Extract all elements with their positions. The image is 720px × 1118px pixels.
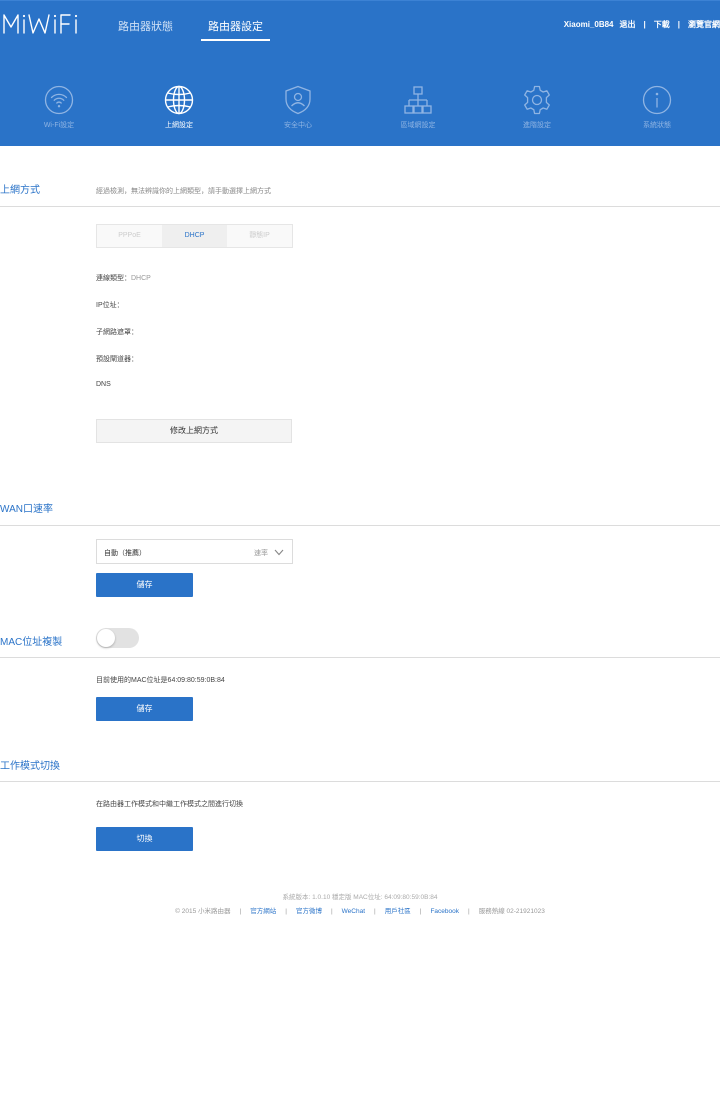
work-mode-switch-button[interactable]: 切換 bbox=[96, 827, 193, 851]
top-header: 路由器狀態 路由器設定 Xiaomi_0B84 退出 | 下載 | 瀏覽官網 Wi-Fi設… bbox=[0, 0, 720, 146]
wan-speed-suffix: 速率 bbox=[254, 550, 268, 557]
header-links: Xiaomi_0B84 退出 | 下載 | 瀏覽官網 bbox=[564, 19, 720, 30]
mode-pppoe[interactable]: PPPoE bbox=[97, 225, 162, 247]
detection-note: 經過檢測，無法辨識你的上網類型，請手動選擇上網方式 bbox=[96, 188, 271, 195]
divider bbox=[0, 781, 720, 782]
footer-links: © 2015 小米路由器 | 官方網站 | 官方微博 | WeChat | 用戶社區 | Faceb… bbox=[0, 905, 720, 915]
connection-type-value: DHCP bbox=[131, 275, 151, 282]
nav-item-internet[interactable]: 上網設定 bbox=[129, 85, 229, 130]
nav-label: 進階設定 bbox=[523, 122, 551, 129]
modify-internet-mode-button[interactable]: 修改上網方式 bbox=[96, 419, 292, 443]
service-hotline: 服務熱線 02-21921023 bbox=[478, 908, 545, 915]
nav-item-advanced[interactable]: 進階設定 bbox=[487, 85, 587, 130]
wifi-icon bbox=[44, 85, 74, 115]
nav-item-wifi[interactable]: Wi-Fi設定 bbox=[9, 85, 109, 130]
official-website-link[interactable]: 官方網站 bbox=[250, 908, 276, 915]
separator: | bbox=[419, 908, 422, 915]
mac-section-title: MAC位址複製 bbox=[0, 637, 63, 648]
device-name-link[interactable]: Xiaomi_0B84 bbox=[564, 20, 614, 29]
ip-address-label: IP位址： bbox=[96, 302, 124, 309]
shield-icon bbox=[285, 85, 311, 115]
separator: | bbox=[643, 20, 646, 29]
info-icon bbox=[642, 85, 672, 115]
current-mac-text: 目前使用的MAC位址是64:09:80:59:0B:84 bbox=[96, 677, 225, 684]
connection-type-row: 連線類型：DHCP bbox=[96, 273, 151, 283]
wan-speed-select[interactable]: 自動（推薦） 速率 bbox=[96, 539, 293, 564]
nav-label: 上網設定 bbox=[165, 122, 193, 129]
copyright-text: © 2015 小米路由器 bbox=[175, 908, 231, 915]
divider bbox=[0, 657, 720, 658]
divider bbox=[0, 206, 720, 207]
separator: | bbox=[374, 908, 376, 915]
active-tab-underline bbox=[201, 39, 270, 41]
user-community-link[interactable]: 用戶社區 bbox=[385, 908, 411, 915]
logout-link[interactable]: 退出 bbox=[620, 19, 636, 30]
tab-router-settings[interactable]: 路由器設定 bbox=[208, 18, 263, 34]
work-mode-description: 在路由器工作模式和中繼工作模式之間進行切換 bbox=[96, 801, 243, 808]
facebook-link[interactable]: Facebook bbox=[430, 908, 459, 915]
separator: | bbox=[330, 908, 333, 915]
wan-speed-value: 自動（推薦） bbox=[104, 550, 146, 557]
nav-item-system-status[interactable]: 系統狀態 bbox=[607, 85, 707, 130]
mode-static-ip[interactable]: 靜態IP bbox=[227, 225, 292, 247]
nav-item-security[interactable]: 安全中心 bbox=[248, 85, 348, 130]
network-icon bbox=[404, 86, 432, 114]
work-mode-section-title: 工作模式切換 bbox=[0, 761, 60, 772]
tab-router-status[interactable]: 路由器狀態 bbox=[118, 18, 173, 34]
download-link[interactable]: 下載 bbox=[654, 19, 670, 30]
nav-label: 系統狀態 bbox=[643, 122, 671, 129]
mac-clone-toggle[interactable] bbox=[96, 628, 139, 648]
connection-mode-selector: PPPoE DHCP 靜態IP bbox=[96, 224, 293, 248]
chevron-down-icon bbox=[274, 549, 284, 556]
wechat-link[interactable]: WeChat bbox=[342, 908, 365, 915]
dns-label: DNS bbox=[96, 381, 111, 388]
nav-label: Wi-Fi設定 bbox=[43, 122, 75, 129]
separator: | bbox=[467, 908, 470, 915]
official-site-link[interactable]: 瀏覽官網 bbox=[688, 19, 720, 30]
gear-icon bbox=[524, 85, 550, 115]
internet-section-title: 上網方式 bbox=[0, 185, 40, 196]
official-weibo-link[interactable]: 官方微博 bbox=[296, 908, 322, 915]
default-gateway-label: 預設閘道器： bbox=[96, 356, 138, 363]
separator: | bbox=[285, 908, 287, 915]
miwifi-logo[interactable] bbox=[3, 11, 79, 35]
subnet-mask-label: 子網路遮罩： bbox=[96, 329, 138, 336]
nav-label: 區域網設定 bbox=[400, 122, 436, 129]
globe-icon bbox=[164, 85, 194, 115]
separator: | bbox=[677, 20, 680, 29]
nav-item-lan[interactable]: 區域網設定 bbox=[368, 85, 468, 130]
footer-version-line: 系統版本: 1.0.10 穩定版 MAC位址: 64:09:80:59:0B:8… bbox=[282, 894, 438, 901]
toggle-knob bbox=[97, 629, 115, 647]
mac-save-button[interactable]: 儲存 bbox=[96, 697, 193, 721]
mode-dhcp[interactable]: DHCP bbox=[162, 225, 227, 247]
nav-label: 安全中心 bbox=[284, 122, 312, 129]
separator: | bbox=[239, 908, 242, 915]
wan-save-button[interactable]: 儲存 bbox=[96, 573, 193, 597]
wan-section-title: WAN口速率 bbox=[0, 504, 53, 515]
connection-type-label: 連線類型： bbox=[96, 275, 131, 282]
divider bbox=[0, 525, 720, 526]
